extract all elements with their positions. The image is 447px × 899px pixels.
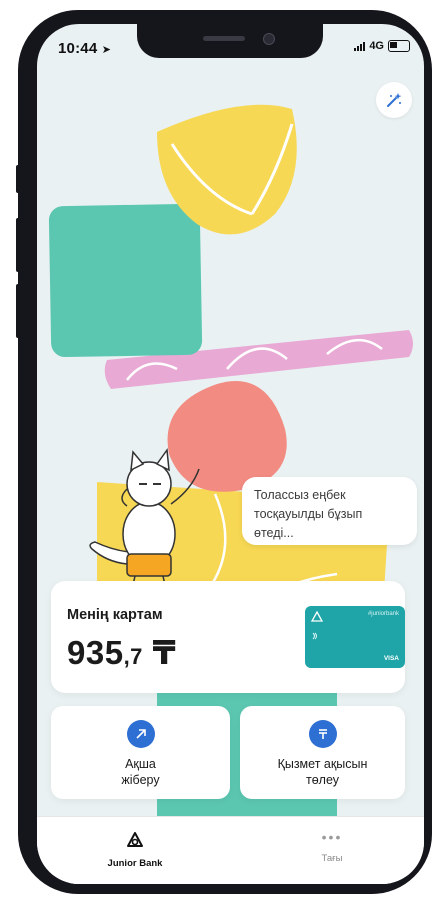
send-money-label: Ақша жіберу: [51, 756, 230, 788]
tenge-icon: [308, 720, 337, 748]
tab-junior-bank[interactable]: Junior Bank: [100, 831, 170, 869]
send-money-label-line2: жіберу: [121, 773, 160, 787]
junior-bank-logo-icon: [127, 832, 143, 847]
arrow-up-right-icon: [126, 720, 155, 748]
tab-more-label: Тағы: [321, 853, 343, 864]
currency-symbol: ₸: [152, 634, 177, 671]
speech-bubble: Толассыз еңбек тосқауылды бұзып өтеді...: [242, 477, 417, 545]
camera-notch: [137, 24, 323, 58]
tab-more[interactable]: ••• Тағы: [302, 829, 362, 864]
status-time: 10:44 ➤: [58, 40, 111, 57]
pay-services-label: Қызмет ақысын төлеу: [240, 756, 405, 788]
speech-bubble-text: Толассыз еңбек тосқауылды бұзып өтеді...: [254, 488, 363, 540]
pay-services-label-line1: Қызмет ақысын: [277, 757, 368, 771]
magic-wand-button[interactable]: [376, 82, 412, 118]
sparkle-wand-icon: [387, 93, 402, 107]
contactless-icon: [312, 632, 317, 640]
salmon-shape: [167, 381, 287, 492]
balance-decimal: ,7: [123, 644, 143, 669]
app-screen: 10:44 ➤ 4G Толассыз еңбек тосқауылды бұз…: [37, 24, 424, 884]
status-indicators: 4G: [354, 40, 410, 52]
card-balance: 935,7 ₸: [67, 633, 176, 672]
card-brand-text: #juniorbank: [367, 611, 399, 617]
location-arrow-icon: ➤: [101, 44, 112, 56]
signal-bars-icon: [354, 41, 366, 51]
balance-integer: 935: [67, 634, 124, 671]
pay-services-label-line2: төлеу: [305, 773, 340, 787]
bottom-tab-bar: Junior Bank ••• Тағы: [37, 816, 424, 884]
speaker-grille: [203, 36, 245, 41]
teal-square-shape: [48, 203, 203, 358]
network-type: 4G: [369, 40, 384, 52]
bank-card-thumbnail[interactable]: #juniorbank VISA: [305, 606, 405, 668]
my-card-panel[interactable]: Менің картам 935,7 ₸ #juniorbank VISA: [51, 581, 405, 693]
visa-logo: VISA: [383, 655, 399, 662]
send-money-label-line1: Ақша: [125, 757, 156, 771]
tab-junior-bank-label: Junior Bank: [107, 858, 163, 869]
card-title: Менің картам: [67, 607, 163, 623]
battery-icon: [388, 40, 410, 52]
stacked-shapes-illustration: [48, 104, 413, 816]
time-text: 10:44: [58, 40, 98, 57]
pay-services-button[interactable]: Қызмет ақысын төлеу: [240, 706, 405, 799]
more-dots-icon: •••: [321, 829, 343, 845]
front-camera: [263, 33, 275, 45]
send-money-button[interactable]: Ақша жіберу: [51, 706, 230, 799]
card-logo-icon: [311, 611, 323, 622]
